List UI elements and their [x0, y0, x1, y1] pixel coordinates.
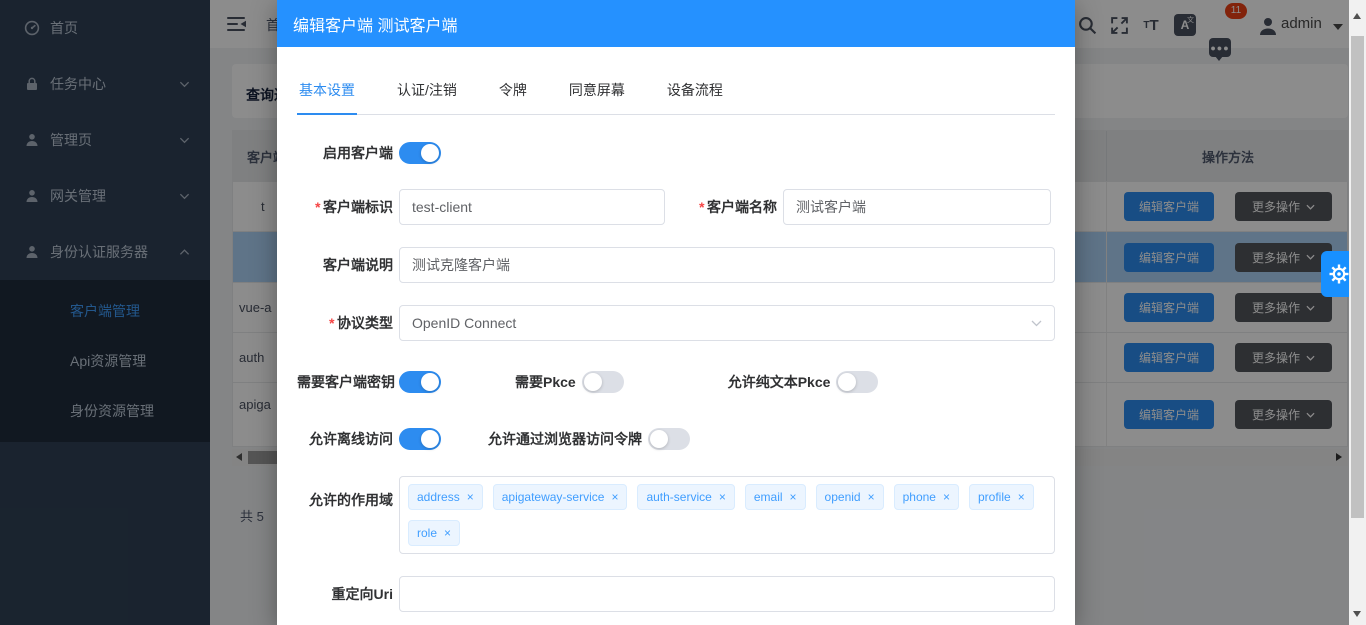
switch-knob — [421, 144, 439, 162]
client-name-input[interactable] — [783, 189, 1051, 225]
scope-tag[interactable]: auth-service × — [637, 484, 734, 510]
scope-tag-label: email — [754, 490, 783, 504]
remove-tag-icon[interactable]: × — [719, 490, 726, 504]
required-asterisk: * — [329, 315, 334, 331]
modal-tabs: 基本设置 认证/注销 令牌 同意屏幕 设备流程 — [297, 47, 1055, 115]
modal-header: 编辑客户端 测试客户端 — [277, 0, 1075, 47]
redirect-uri-input[interactable] — [399, 576, 1055, 612]
required-asterisk: * — [315, 199, 320, 215]
require-secret-switch[interactable] — [399, 371, 441, 393]
enable-client-label: 启用客户端 — [297, 143, 393, 163]
require-secret-label: 需要客户端密钥 — [297, 372, 393, 392]
protocol-selected-value: OpenID Connect — [412, 315, 516, 331]
remove-tag-icon[interactable]: × — [943, 490, 950, 504]
vertical-scroll-thumb[interactable] — [1351, 36, 1364, 518]
scope-tag[interactable]: address × — [408, 484, 483, 510]
client-desc-input[interactable] — [399, 247, 1055, 283]
scope-tag[interactable]: profile × — [969, 484, 1034, 510]
scope-tag[interactable]: phone × — [894, 484, 959, 510]
remove-tag-icon[interactable]: × — [444, 526, 451, 540]
remove-tag-icon[interactable]: × — [467, 490, 474, 504]
scope-tag[interactable]: email × — [745, 484, 806, 510]
require-pkce-label: 需要Pkce — [515, 372, 576, 392]
redirect-uri-label: 重定向Uri — [297, 584, 393, 604]
offline-access-switch[interactable] — [399, 428, 441, 450]
edit-client-modal: 编辑客户端 测试客户端 基本设置 认证/注销 令牌 同意屏幕 设备流程 启用客户… — [277, 0, 1075, 625]
scroll-up-arrow-icon[interactable] — [1353, 13, 1361, 19]
scope-tag[interactable]: role × — [408, 520, 460, 546]
scope-tag-label: apigateway-service — [502, 490, 605, 504]
tab-basic-settings[interactable]: 基本设置 — [297, 80, 357, 115]
scopes-label: 允许的作用域 — [297, 490, 393, 510]
scope-tag-label: openid — [825, 490, 861, 504]
switch-knob — [421, 430, 439, 448]
remove-tag-icon[interactable]: × — [1018, 490, 1025, 504]
allow-plain-pkce-switch[interactable] — [836, 371, 878, 393]
offline-access-label: 允许离线访问 — [297, 429, 393, 449]
remove-tag-icon[interactable]: × — [611, 490, 618, 504]
switch-knob — [421, 373, 439, 391]
tab-device-flow[interactable]: 设备流程 — [665, 80, 725, 115]
switch-knob — [650, 430, 668, 448]
client-id-input[interactable] — [399, 189, 665, 225]
vertical-scrollbar[interactable] — [1349, 0, 1366, 625]
scope-tag-label: auth-service — [646, 490, 711, 504]
client-id-label: *客户端标识 — [297, 197, 393, 217]
protocol-label: *协议类型 — [297, 313, 393, 333]
scope-tag-label: role — [417, 526, 437, 540]
scope-tag-label: phone — [903, 490, 936, 504]
tab-consent-screen[interactable]: 同意屏幕 — [567, 80, 627, 115]
tab-token[interactable]: 令牌 — [497, 80, 529, 115]
client-desc-label: 客户端说明 — [297, 255, 393, 275]
scope-tag[interactable]: openid × — [816, 484, 884, 510]
enable-client-switch[interactable] — [399, 142, 441, 164]
browser-token-label: 允许通过浏览器访问令牌 — [488, 429, 642, 449]
switch-knob — [584, 373, 602, 391]
select-caret-icon — [1031, 320, 1042, 327]
tab-auth-logout[interactable]: 认证/注销 — [395, 80, 459, 115]
browser-token-switch[interactable] — [648, 428, 690, 450]
scope-tag-label: profile — [978, 490, 1011, 504]
protocol-select[interactable]: OpenID Connect — [399, 305, 1055, 341]
scope-tag[interactable]: apigateway-service × — [493, 484, 628, 510]
gear-icon — [1328, 263, 1350, 285]
allow-plain-pkce-label: 允许纯文本Pkce — [728, 372, 831, 392]
required-asterisk: * — [699, 199, 704, 215]
require-pkce-switch[interactable] — [582, 371, 624, 393]
client-name-label: *客户端名称 — [677, 197, 777, 217]
modal-title: 编辑客户端 测试客户端 — [293, 12, 457, 36]
remove-tag-icon[interactable]: × — [790, 490, 797, 504]
scroll-down-arrow-icon[interactable] — [1353, 611, 1361, 617]
scopes-tagbox[interactable]: address × apigateway-service × auth-service ×… — [399, 476, 1055, 554]
remove-tag-icon[interactable]: × — [868, 490, 875, 504]
switch-knob — [838, 373, 856, 391]
scope-tag-label: address — [417, 490, 460, 504]
app-root: 首页 任务中心 管理页 网关管理 身份认证服务器 客户端管理 Api资源管理 身… — [0, 0, 1366, 625]
